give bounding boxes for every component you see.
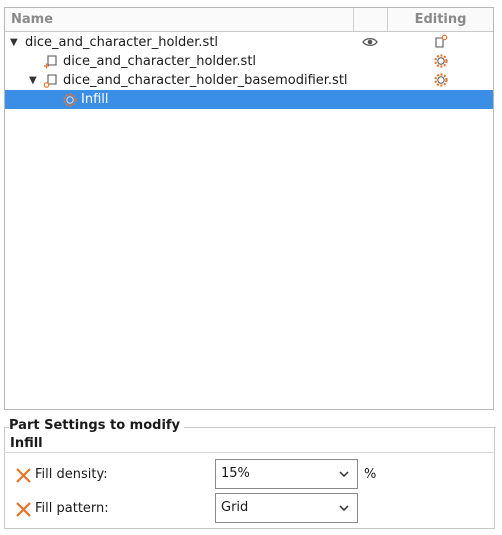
settings-gear-icon[interactable] xyxy=(433,72,449,88)
fill-pattern-value: Grid xyxy=(221,500,249,515)
fill-density-row: Fill density: 15% % xyxy=(15,459,475,491)
eye-icon[interactable] xyxy=(362,34,378,50)
part-icon xyxy=(44,55,57,69)
tree-row-label: dice_and_character_holder.stl xyxy=(63,54,257,69)
tree-row-label: Infill xyxy=(81,92,109,107)
object-list[interactable]: Name Editing ▼ dice_and_character_holder… xyxy=(4,7,494,410)
fill-density-label: Fill density: xyxy=(35,467,108,482)
tree-row-modifier[interactable]: ▼ dice_and_character_holder_basemodifier… xyxy=(5,71,493,90)
group-divider xyxy=(4,452,495,453)
remove-setting-icon[interactable] xyxy=(15,501,32,518)
remove-setting-icon[interactable] xyxy=(15,467,32,484)
chevron-down-icon[interactable] xyxy=(339,471,349,477)
tree-row-object[interactable]: ▼ dice_and_character_holder.stl xyxy=(5,33,493,52)
settings-gear-icon xyxy=(63,93,77,107)
column-header-editing[interactable]: Editing xyxy=(388,8,493,31)
fill-density-value: 15% xyxy=(221,466,250,481)
modifier-icon xyxy=(43,74,57,88)
fill-density-combobox[interactable]: 15% xyxy=(215,459,358,489)
fill-density-unit: % xyxy=(364,467,377,482)
column-header-visibility[interactable] xyxy=(354,8,388,31)
fill-pattern-combobox[interactable]: Grid xyxy=(215,493,358,523)
expand-arrow-icon[interactable]: ▼ xyxy=(29,71,37,90)
fill-pattern-label: Fill pattern: xyxy=(35,501,109,516)
fill-pattern-row: Fill pattern: Grid xyxy=(15,493,475,525)
panel-title: Part Settings to modify xyxy=(9,418,185,433)
expand-arrow-icon[interactable]: ▼ xyxy=(10,33,18,52)
object-edit-icon[interactable] xyxy=(433,34,449,50)
object-list-header: Name Editing xyxy=(5,8,493,32)
chevron-down-icon[interactable] xyxy=(339,505,349,511)
column-header-name[interactable]: Name xyxy=(5,8,354,31)
tree-row-settings-infill[interactable]: Infill xyxy=(5,90,493,109)
tree-row-part[interactable]: dice_and_character_holder.stl xyxy=(5,52,493,71)
tree-row-label: dice_and_character_holder_basemodifier.s… xyxy=(63,73,348,88)
tree-row-label: dice_and_character_holder.stl xyxy=(25,35,219,50)
settings-gear-icon[interactable] xyxy=(433,53,449,69)
group-title: Infill xyxy=(10,436,43,451)
